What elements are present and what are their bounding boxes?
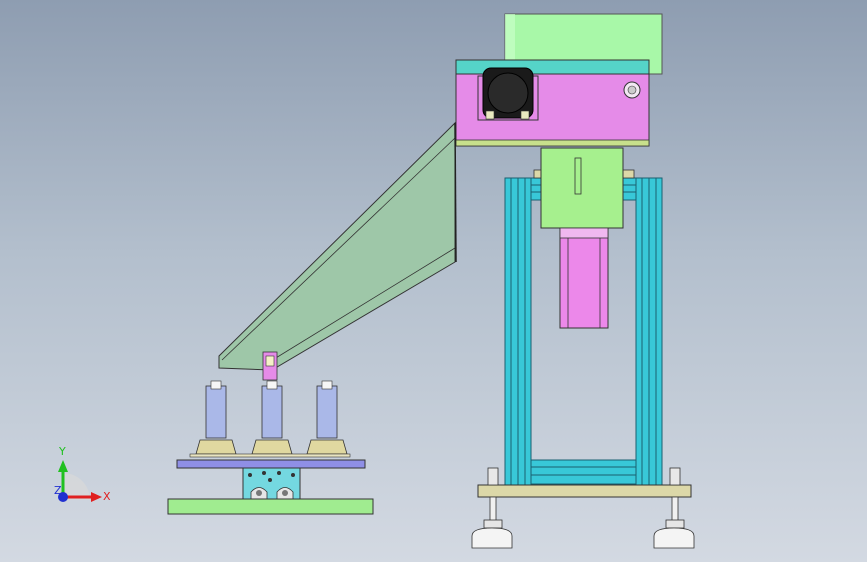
motor-mount-front[interactable] [540, 147, 624, 229]
frame-bottom-crossbar[interactable] [530, 459, 637, 485]
y-axis-head [58, 460, 68, 472]
z-axis-label: Z [54, 484, 62, 497]
nozzle-cylinder-1[interactable] [195, 380, 237, 455]
lower-plate[interactable] [167, 498, 374, 515]
frame-left-post[interactable] [504, 177, 532, 489]
stepper-motor[interactable] [559, 227, 609, 329]
frame-right-post[interactable] [635, 177, 663, 489]
y-axis-label: Y [58, 445, 66, 458]
x-axis-label: X [103, 490, 111, 503]
x-axis-head [91, 492, 102, 502]
fixture-plate[interactable] [176, 459, 366, 469]
nozzle-cylinder-2[interactable] [251, 380, 293, 455]
nozzle-cylinder-3[interactable] [306, 380, 348, 455]
chute-clip[interactable] [262, 351, 278, 381]
drive-motor-icon[interactable] [482, 67, 534, 120]
coordinate-triad[interactable]: Y X Z [54, 445, 111, 503]
drive-bolt-icon [623, 81, 641, 99]
assembly-model-view[interactable]: Y X Z [0, 0, 867, 562]
nozzle-ring-base [189, 453, 351, 458]
fixture-block[interactable] [242, 467, 301, 501]
feeder-chute[interactable] [218, 121, 457, 371]
base-plate[interactable] [477, 484, 692, 498]
cad-viewport[interactable]: Y X Z [0, 0, 867, 562]
